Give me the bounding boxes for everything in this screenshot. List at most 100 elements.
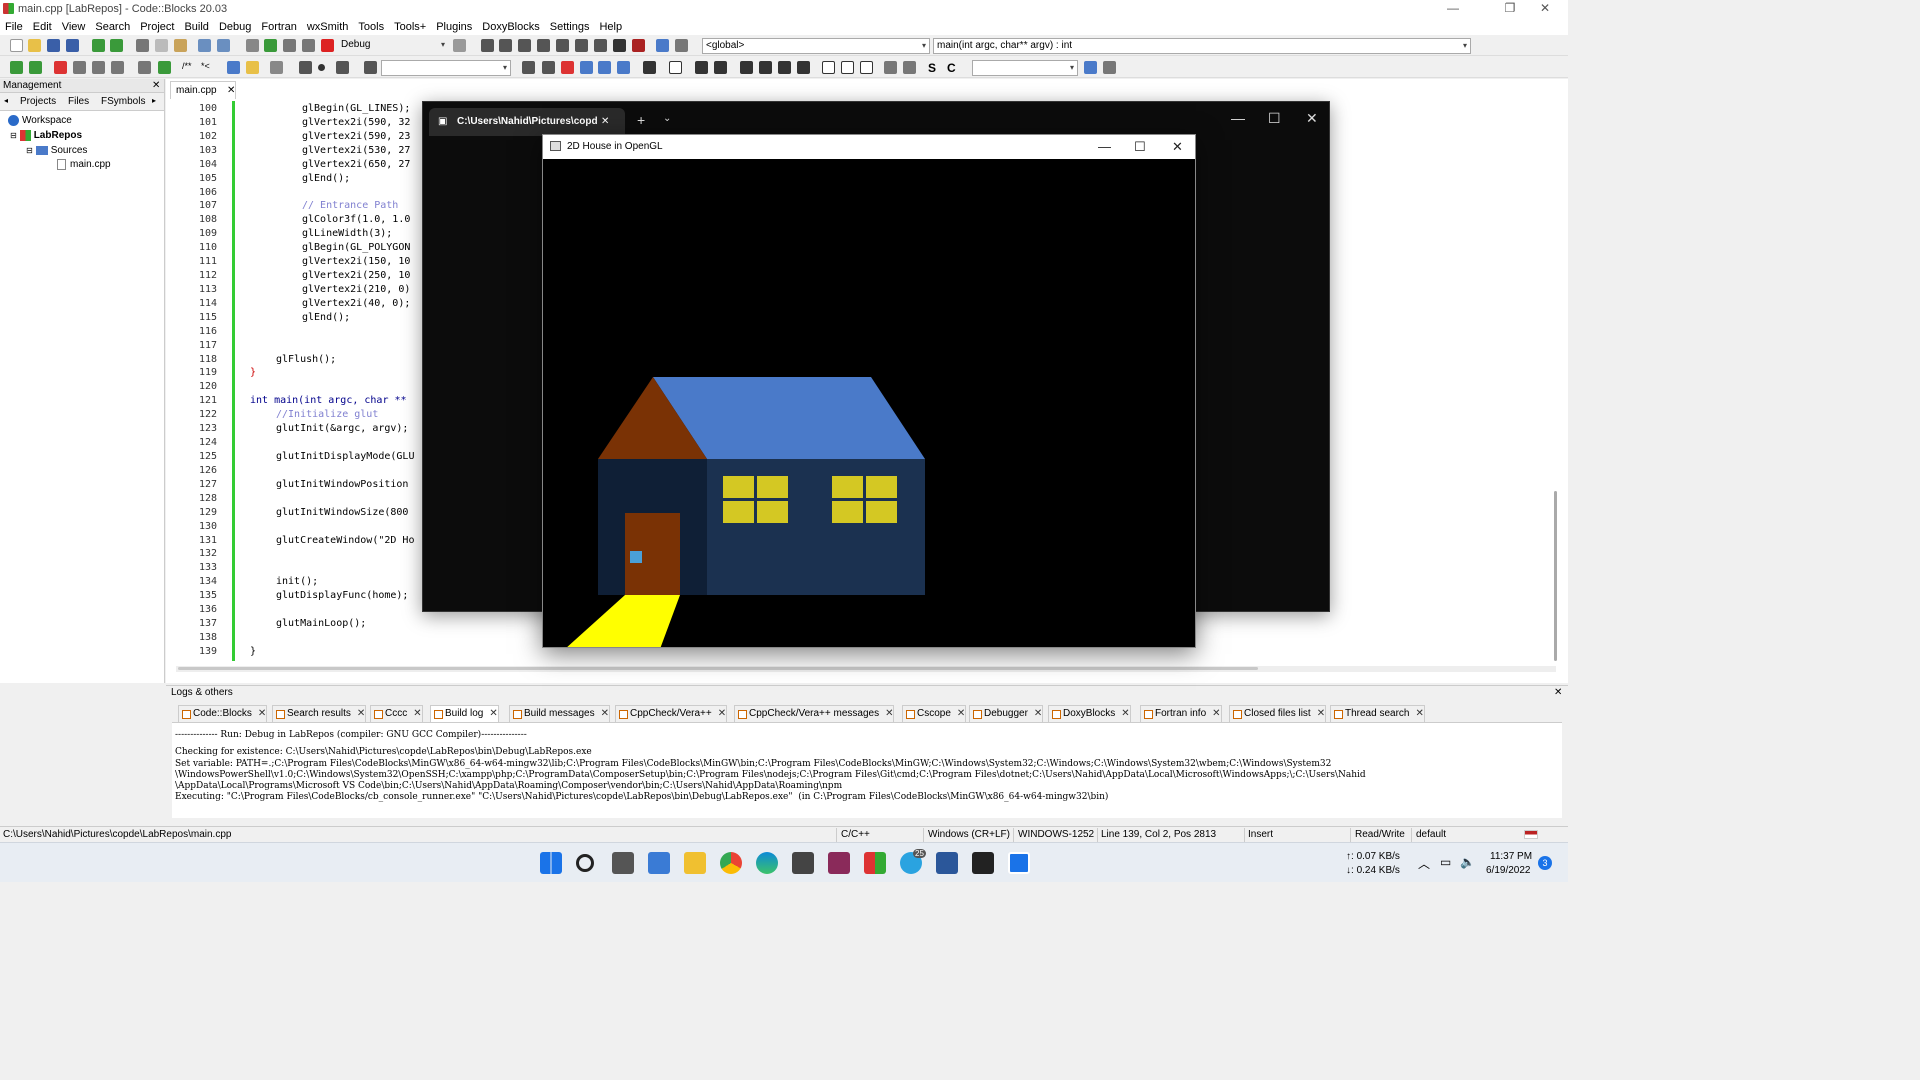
tree-folder-sources[interactable]: ⊟ Sources [26, 145, 87, 156]
tree-file-main[interactable]: main.cpp [57, 159, 111, 170]
widgets-icon[interactable] [648, 852, 670, 874]
abort-icon[interactable] [321, 39, 334, 52]
chrome-icon[interactable] [720, 852, 742, 874]
tab-projects[interactable]: Projects [20, 96, 56, 107]
log-tab-cppcheck-vera-[interactable]: CppCheck/Vera++ ✕ [615, 705, 728, 722]
menu-tools-plus[interactable]: Tools+ [389, 21, 431, 33]
record-icon[interactable] [318, 64, 325, 71]
log-output[interactable]: -------------- Run: Debug in LabRepos (c… [172, 723, 1562, 818]
menu-build[interactable]: Build [179, 21, 213, 33]
maximize-icon[interactable]: ☐ [1268, 110, 1281, 127]
prev-bookmark-icon[interactable] [73, 61, 86, 74]
cscope-icon[interactable]: C [947, 61, 960, 75]
step-into-icon[interactable] [537, 39, 550, 52]
menu-settings[interactable]: Settings [545, 21, 595, 33]
close-icon[interactable]: ✕ [413, 708, 421, 719]
function-select[interactable]: main(int argc, char** argv) : int ▾ [933, 38, 1471, 54]
minimize-button[interactable]: — [1430, 0, 1476, 18]
build-run-icon[interactable] [283, 39, 296, 52]
undo-icon[interactable] [92, 39, 105, 52]
pointer-icon[interactable] [643, 61, 656, 74]
sizer-h-icon[interactable] [740, 61, 753, 74]
close-icon[interactable]: ✕ [227, 82, 235, 99]
close-button[interactable]: ✕ [1522, 0, 1568, 18]
grid-icon[interactable] [778, 61, 791, 74]
flexgrid-icon[interactable] [797, 61, 810, 74]
select-icon[interactable] [580, 61, 593, 74]
log-tab-cppcheck-vera-messages[interactable]: CppCheck/Vera++ messages ✕ [734, 705, 895, 722]
comment-icon[interactable] [138, 61, 151, 74]
log-tab-cccc[interactable]: Cccc ✕ [370, 705, 423, 722]
stop-debug-icon[interactable] [632, 39, 645, 52]
search-icon[interactable] [1084, 61, 1097, 74]
help-icon[interactable] [246, 61, 259, 74]
run-to-cursor-icon[interactable] [499, 39, 512, 52]
task-view-icon[interactable] [612, 852, 634, 874]
panel-icon[interactable] [695, 61, 708, 74]
new-file-icon[interactable] [10, 39, 23, 52]
tools-icon[interactable] [270, 61, 283, 74]
log-tab-cscope[interactable]: Cscope ✕ [902, 705, 967, 722]
save-icon[interactable] [47, 39, 60, 52]
button-widget-icon[interactable] [860, 61, 873, 74]
close-icon[interactable]: ✕ [885, 708, 893, 719]
tab-fsymbols[interactable]: FSymbols [101, 96, 145, 107]
close-icon[interactable]: ✕ [1121, 708, 1129, 719]
log-tab-debugger[interactable]: Debugger ✕ [969, 705, 1044, 722]
menu-fortran[interactable]: Fortran [256, 21, 301, 33]
scroll-thumb[interactable] [178, 667, 1258, 670]
doxy-comment-icon[interactable]: /** [182, 61, 195, 74]
terminal-icon[interactable] [972, 852, 994, 874]
close-icon[interactable]: ✕ [1317, 708, 1325, 719]
close-icon[interactable]: ✕ [152, 79, 160, 92]
rebuild-icon[interactable] [302, 39, 315, 52]
clock-date[interactable]: 6/19/2022 [1486, 865, 1531, 876]
various-info-icon[interactable] [675, 39, 688, 52]
log-tab-fortran-info[interactable]: Fortran info ✕ [1140, 705, 1222, 722]
thread-search-combo[interactable]: ▾ [972, 60, 1078, 76]
close-icon[interactable]: ✕ [1415, 708, 1423, 719]
spell-icon[interactable] [598, 61, 611, 74]
file-explorer-icon[interactable] [684, 852, 706, 874]
menu-help[interactable]: Help [594, 21, 627, 33]
menu-project[interactable]: Project [135, 21, 179, 33]
opengl-window[interactable]: 2D House in OpenGL — ☐ ✕ [542, 134, 1196, 648]
build-gear-icon[interactable] [246, 39, 259, 52]
sizer-v-icon[interactable] [759, 61, 772, 74]
forward-icon[interactable] [29, 61, 42, 74]
play-icon[interactable] [336, 61, 349, 74]
collapse-icon[interactable]: ⊟ [26, 146, 33, 155]
tab-scroll-right-icon[interactable]: ▸ [152, 96, 156, 105]
close-icon[interactable]: ✕ [357, 708, 365, 719]
menu-debug[interactable]: Debug [214, 21, 256, 33]
back-icon[interactable] [10, 61, 23, 74]
close-icon[interactable]: ✕ [1306, 110, 1318, 127]
script-icon[interactable] [364, 61, 377, 74]
cut-icon[interactable] [136, 39, 149, 52]
network-icon[interactable]: ▭ [1440, 855, 1451, 869]
winrar-icon[interactable] [828, 852, 850, 874]
scroll-thumb[interactable] [1554, 491, 1557, 661]
next-instruction-icon[interactable] [575, 39, 588, 52]
pause-icon[interactable] [613, 39, 626, 52]
close-icon[interactable]: ✕ [258, 708, 266, 719]
regex-icon[interactable] [617, 61, 630, 74]
close-icon[interactable]: ✕ [601, 708, 609, 719]
redo-icon[interactable] [110, 39, 123, 52]
tab-files[interactable]: Files [68, 96, 89, 107]
next-line-icon[interactable] [518, 39, 531, 52]
terminal-tab[interactable]: ▣ C:\Users\Nahid\Pictures\copd ✕ [429, 108, 625, 136]
close-icon[interactable]: ✕ [1554, 686, 1562, 699]
chevron-up-icon[interactable]: ︿ [1418, 855, 1430, 872]
opengl-app-icon[interactable] [1008, 852, 1030, 874]
save-all-icon[interactable] [66, 39, 79, 52]
textctrl-icon[interactable] [841, 61, 854, 74]
nav-forward-icon[interactable] [542, 61, 555, 74]
run-icon[interactable] [264, 39, 277, 52]
jump-icon[interactable] [158, 61, 171, 74]
doxywizard-icon[interactable] [227, 61, 240, 74]
log-tab-doxyblocks[interactable]: DoxyBlocks ✕ [1048, 705, 1131, 722]
horizontal-scrollbar[interactable] [176, 666, 1556, 672]
log-tab-closed-files-list[interactable]: Closed files list ✕ [1229, 705, 1327, 722]
step-out-icon[interactable] [556, 39, 569, 52]
